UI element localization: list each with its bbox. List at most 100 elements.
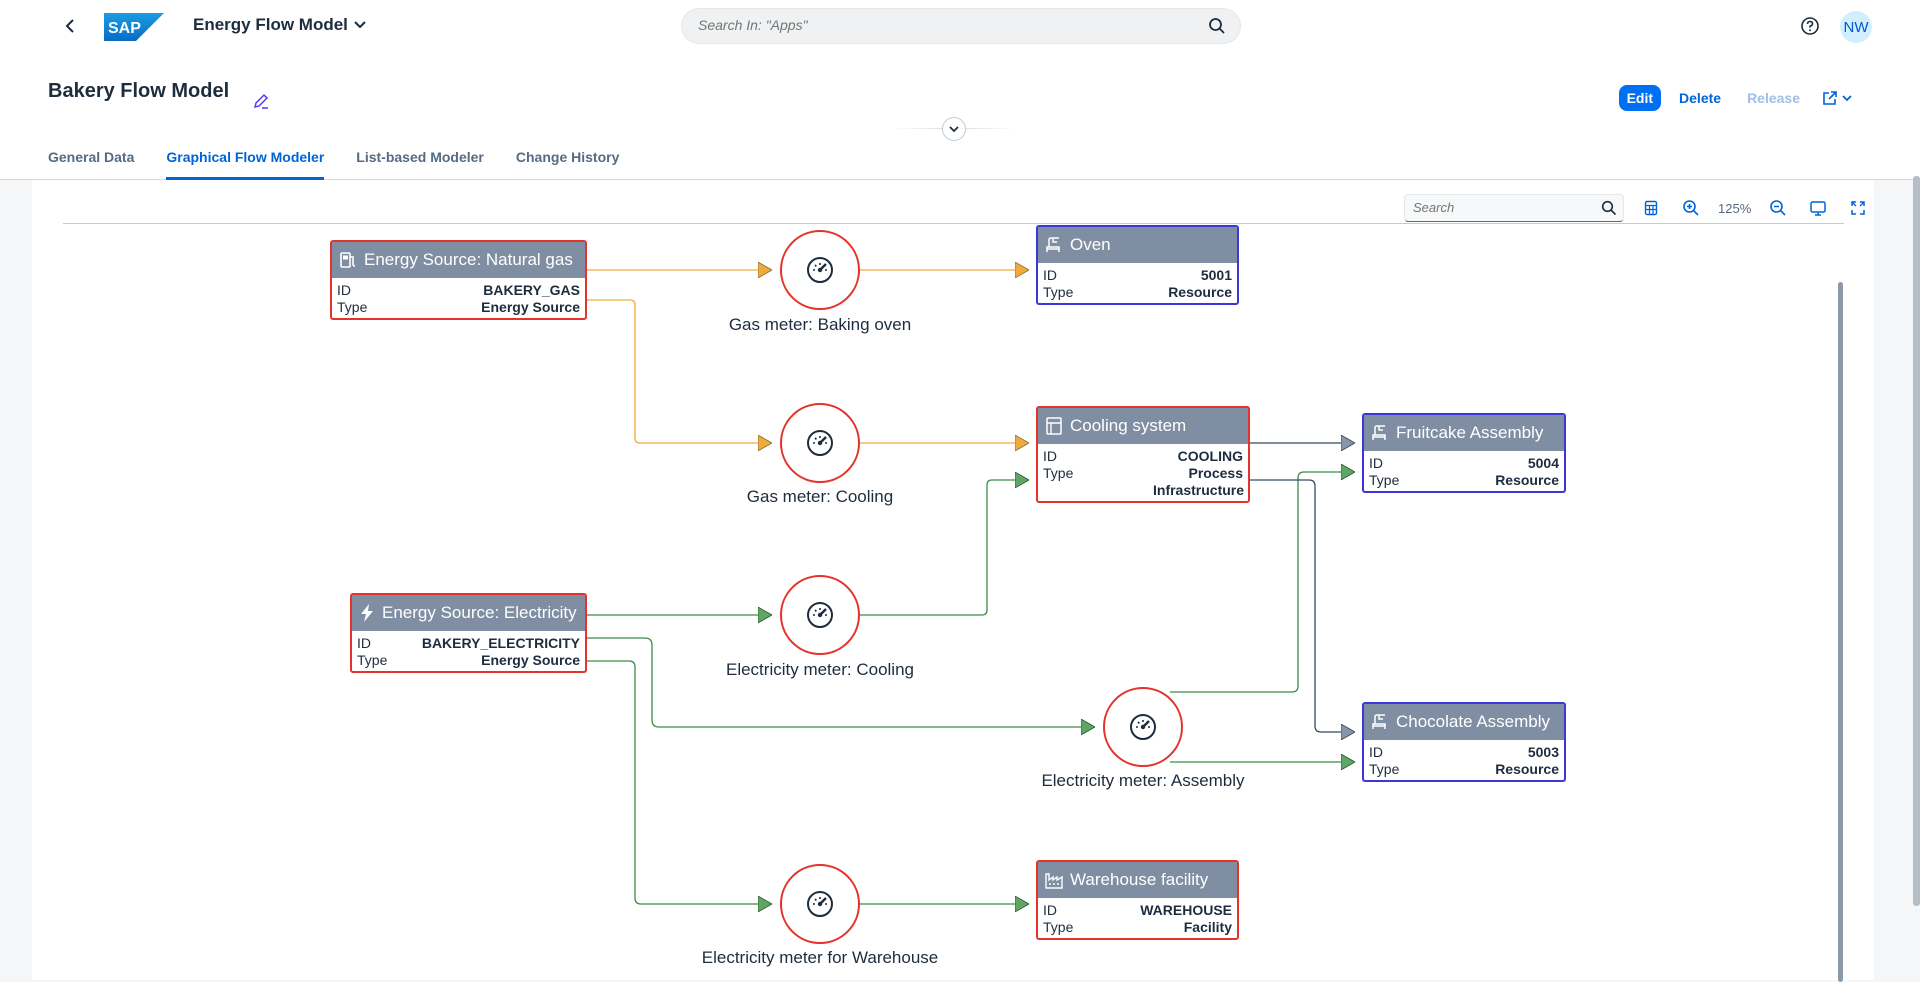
gauge-icon [807,430,833,456]
release-button: Release [1747,90,1800,106]
type-label: Type [357,652,388,668]
diagram-search-input[interactable] [1413,200,1593,215]
node-title: Cooling system [1070,416,1187,435]
edit-title-icon[interactable] [252,92,270,110]
global-search[interactable] [681,8,1241,44]
building-icon [1046,417,1062,435]
meter-electricity-warehouse[interactable] [780,864,860,944]
share-icon [1823,91,1837,105]
toolbar-divider [63,223,1844,224]
app-title: Energy Flow Model [193,15,348,34]
page-title: Bakery Flow Model [48,80,230,102]
chevron-down-icon [354,21,366,29]
meter-gas-baking-oven[interactable] [780,230,860,310]
type-value: Resource [1495,761,1559,777]
node-title: Chocolate Assembly [1396,712,1551,731]
tab-graphical-flow-modeler[interactable]: Graphical Flow Modeler [166,140,325,180]
id-label: ID [1043,902,1057,918]
tab-change-history[interactable]: Change History [516,140,619,180]
sap-logo[interactable]: SAP [104,13,164,41]
node-fruitcake-assembly[interactable]: Fruitcake Assembly ID 5004 Type Resource [1362,413,1566,493]
id-label: ID [1043,267,1057,283]
id-label: ID [1043,448,1057,464]
id-value: COOLING [1177,448,1243,464]
type-value: Resource [1168,284,1232,300]
zoom-level: 125% [1718,200,1752,216]
machine-icon [1372,425,1386,440]
diagram-scrollbar[interactable] [1838,282,1843,982]
avatar[interactable]: NW [1840,11,1872,43]
chevron-down-icon [1842,94,1852,101]
page-scrollbar[interactable] [1913,176,1920,906]
type-label: Type [1043,284,1074,300]
meter-gas-cooling[interactable] [780,403,860,483]
help-icon[interactable] [1798,14,1822,38]
tab-general-data[interactable]: General Data [48,140,134,180]
node-title: Energy Source: Electricity [382,603,577,622]
meter-electricity-assembly[interactable] [1103,687,1183,767]
fuel-pump-icon [340,252,356,268]
id-value: BAKERY_ELECTRICITY [421,635,580,651]
share-menu-button[interactable] [1816,90,1858,106]
app-title-menu[interactable]: Energy Flow Model [193,15,366,35]
header-actions: Edit Delete Release [1618,85,1858,111]
id-label: ID [357,635,371,651]
id-value: WAREHOUSE [1140,902,1232,918]
flow-modeler-panel: 125% [32,180,1874,982]
id-label: ID [1369,455,1383,471]
node-title: Oven [1070,235,1111,254]
type-label: Type [1043,919,1074,935]
type-label: Type [1043,465,1074,481]
id-value: 5004 [1527,455,1559,471]
factory-icon [1045,873,1063,889]
id-label: ID [1369,744,1383,760]
gauge-icon [1130,714,1156,740]
type-value: Energy Source [481,652,580,668]
gauge-icon [807,602,833,628]
diagram-search[interactable] [1404,194,1624,222]
back-icon[interactable] [58,14,82,38]
id-value: BAKERY_GAS [483,282,580,298]
edit-button[interactable]: Edit [1618,85,1662,111]
fullscreen-icon[interactable] [1845,195,1871,221]
node-oven[interactable]: Oven ID 5001 Type Resource [1036,225,1239,305]
node-title: Warehouse facility [1070,870,1209,889]
node-energy-source-electricity[interactable]: Energy Source: Electricity ID BAKERY_ELEC… [350,593,587,673]
fit-to-screen-icon[interactable] [1805,195,1831,221]
id-label: ID [337,282,351,298]
object-header: Bakery Flow Model Edit Delete Release Ge… [0,52,1920,180]
delete-button[interactable]: Delete [1669,90,1731,106]
node-warehouse-facility[interactable]: Warehouse facility ID WAREHOUSE Type Facil… [1036,860,1239,940]
machine-icon [1372,714,1386,729]
node-cooling-system[interactable]: Cooling system ID COOLING Type Process Inf… [1036,406,1250,503]
type-value: Facility [1183,919,1232,935]
node-title: Fruitcake Assembly [1396,423,1544,442]
search-icon[interactable] [1601,200,1617,216]
tab-bar: General Data Graphical Flow Modeler List… [48,140,619,180]
type-value: Process Infrastructure [1153,465,1245,498]
grid-view-icon[interactable] [1638,195,1664,221]
type-value: Resource [1495,472,1559,488]
type-label: Type [1369,472,1400,488]
machine-icon [1046,237,1060,252]
meter-electricity-cooling[interactable] [780,575,860,655]
chevron-down-icon [949,125,959,132]
diagram-toolbar: 125% [1404,194,1871,222]
global-search-input[interactable] [698,17,1178,33]
lightning-icon [361,604,373,622]
node-energy-source-natural-gas[interactable]: Energy Source: Natural gas ID BAKERY_GAS … [330,240,587,320]
svg-text:SAP: SAP [108,20,141,37]
node-chocolate-assembly[interactable]: Chocolate Assembly ID 5003 Type Resource [1362,702,1566,782]
type-value: Energy Source [481,299,580,315]
collapse-header-button[interactable] [942,117,966,141]
gauge-icon [807,891,833,917]
node-title: Energy Source: Natural gas [364,250,573,269]
shell-bar: SAP Energy Flow Model NW [0,0,1920,52]
id-value: 5001 [1200,267,1232,283]
id-value: 5003 [1527,744,1559,760]
tab-list-based-modeler[interactable]: List-based Modeler [356,140,484,180]
zoom-out-icon[interactable] [1765,195,1791,221]
type-label: Type [1369,761,1400,777]
search-icon[interactable] [1208,17,1226,35]
zoom-in-icon[interactable] [1678,195,1704,221]
